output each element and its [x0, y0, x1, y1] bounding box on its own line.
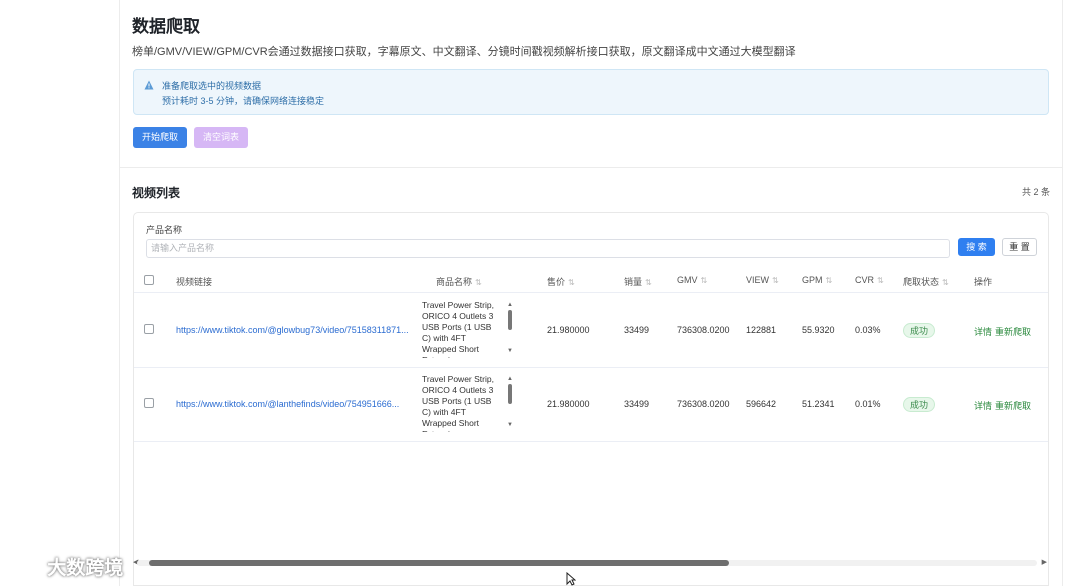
scroll-thumb[interactable] [508, 384, 512, 404]
gpm: 55.9320 [802, 325, 835, 335]
alert-detail: 预计耗时 3-5 分钟，请确保网络连接稳定 [162, 96, 325, 106]
column-header: 操作 [974, 277, 993, 287]
sort-icon[interactable]: ⇅ [701, 276, 708, 285]
price: 21.980000 [547, 399, 590, 409]
main-content: 数据爬取 榜单/GMV/VIEW/GPM/CVR会通过数据接口获取，字幕原文、中… [120, 0, 1062, 586]
column-header[interactable]: VIEW ⇅ [746, 275, 779, 285]
sales: 33499 [624, 325, 650, 335]
list-title: 视频列表 [132, 186, 181, 200]
column-header[interactable]: 商品名称 ⇅ [436, 275, 482, 288]
crawl-section: 数据爬取 榜单/GMV/VIEW/GPM/CVR会通过数据接口获取，字幕原文、中… [120, 0, 1062, 168]
table-row: https://www.tiktok.com/@glowbug73/video/… [134, 294, 1048, 368]
table-panel: 产品名称 请输入产品名称 搜 索 重 置 视频链接 商品名称 ⇅ 售价 ⇅ 销量 ⇅ … [133, 212, 1049, 586]
select-all-checkbox[interactable] [144, 275, 154, 285]
scroll-down-icon[interactable]: ▼ [507, 422, 513, 428]
table-row: https://www.tiktok.com/@lanthefinds/vide… [134, 368, 1048, 442]
row-checkbox[interactable] [144, 324, 154, 334]
sort-icon[interactable]: ⇅ [475, 278, 482, 287]
status-badge: 成功 [903, 397, 936, 412]
mouse-cursor-icon [566, 572, 576, 586]
cell-scrollbar[interactable]: ▲ ▼ [507, 376, 513, 428]
row-checkbox[interactable] [144, 398, 154, 408]
sort-icon[interactable]: ⇅ [645, 278, 652, 287]
watermark-logo: 大数跨境 [6, 553, 123, 580]
column-header[interactable]: 爬取状态 ⇅ [903, 275, 949, 288]
product-name: Travel Power Strip, ORICO 4 Outlets 3 US… [422, 300, 494, 358]
sort-icon[interactable]: ⇅ [877, 276, 884, 285]
watermark-text: 大数跨境 [47, 558, 124, 579]
column-header[interactable]: 售价 ⇅ [547, 275, 575, 288]
sort-icon[interactable]: ⇅ [942, 278, 949, 287]
sort-icon[interactable]: ⇅ [772, 276, 779, 285]
column-header[interactable]: 销量 ⇅ [624, 275, 652, 288]
reset-button[interactable]: 重 置 [1002, 238, 1037, 256]
scroll-up-icon[interactable]: ▲ [507, 302, 513, 308]
info-alert: 准备爬取选中的视频数据 预计耗时 3-5 分钟，请确保网络连接稳定 [133, 69, 1049, 115]
column-header[interactable]: GPM ⇅ [802, 275, 833, 285]
search-button[interactable]: 搜 索 [958, 238, 995, 256]
product-name-input[interactable]: 请输入产品名称 [146, 239, 950, 258]
sales: 33499 [624, 399, 650, 409]
table-header: 视频链接 商品名称 ⇅ 售价 ⇅ 销量 ⇅ GMV ⇅ VIEW ⇅ GPM ⇅ CVR ⇅ … [134, 269, 1048, 293]
video-link[interactable]: https://www.tiktok.com/@glowbug73/video/… [176, 325, 409, 335]
sort-icon[interactable]: ⇅ [826, 276, 833, 285]
detail-link[interactable]: 详情 [974, 325, 992, 338]
recrawl-link[interactable]: 重新爬取 [995, 325, 1031, 338]
right-edge-panel [1062, 0, 1080, 586]
price: 21.980000 [547, 325, 590, 335]
list-count: 共 2 条 [1021, 187, 1050, 197]
column-header[interactable]: GMV ⇅ [677, 275, 708, 285]
left-sidebar [0, 0, 120, 586]
gmv: 736308.0200 [677, 399, 730, 409]
product-name-label: 产品名称 [146, 225, 183, 235]
page-title: 数据爬取 [132, 17, 200, 36]
warning-icon [144, 80, 154, 90]
scroll-right-icon[interactable]: ▶ [1042, 558, 1047, 566]
video-list-section: 视频列表 共 2 条 产品名称 请输入产品名称 搜 索 重 置 视频链接 商品名… [120, 174, 1062, 586]
detail-link[interactable]: 详情 [974, 399, 992, 412]
horizontal-scrollbar[interactable]: ◀ ▶ [133, 559, 1047, 567]
gmv: 736308.0200 [677, 325, 730, 335]
scroll-down-icon[interactable]: ▼ [507, 348, 513, 354]
cvr: 0.01% [855, 399, 881, 409]
scroll-up-icon[interactable]: ▲ [507, 376, 513, 382]
alert-title: 准备爬取选中的视频数据 [162, 81, 262, 91]
cvr: 0.03% [855, 325, 881, 335]
view: 596642 [746, 399, 777, 409]
start-crawl-button[interactable]: 开始爬取 [133, 127, 187, 148]
scroll-thumb[interactable] [149, 560, 729, 566]
recrawl-link[interactable]: 重新爬取 [995, 399, 1031, 412]
page-description: 榜单/GMV/VIEW/GPM/CVR会通过数据接口获取，字幕原文、中文翻译、分… [132, 46, 796, 58]
product-name: Travel Power Strip, ORICO 4 Outlets 3 US… [422, 374, 494, 432]
clear-list-button[interactable]: 清空词表 [194, 127, 248, 148]
status-badge: 成功 [903, 323, 936, 338]
gpm: 51.2341 [802, 399, 835, 409]
cell-scrollbar[interactable]: ▲ ▼ [507, 302, 513, 354]
video-link[interactable]: https://www.tiktok.com/@lanthefinds/vide… [176, 399, 399, 409]
sort-icon[interactable]: ⇅ [568, 278, 575, 287]
scroll-thumb[interactable] [508, 310, 512, 330]
column-header[interactable]: CVR ⇅ [855, 275, 884, 285]
view: 122881 [746, 325, 777, 335]
watermark-icon [7, 562, 39, 577]
column-header: 视频链接 [176, 277, 213, 287]
